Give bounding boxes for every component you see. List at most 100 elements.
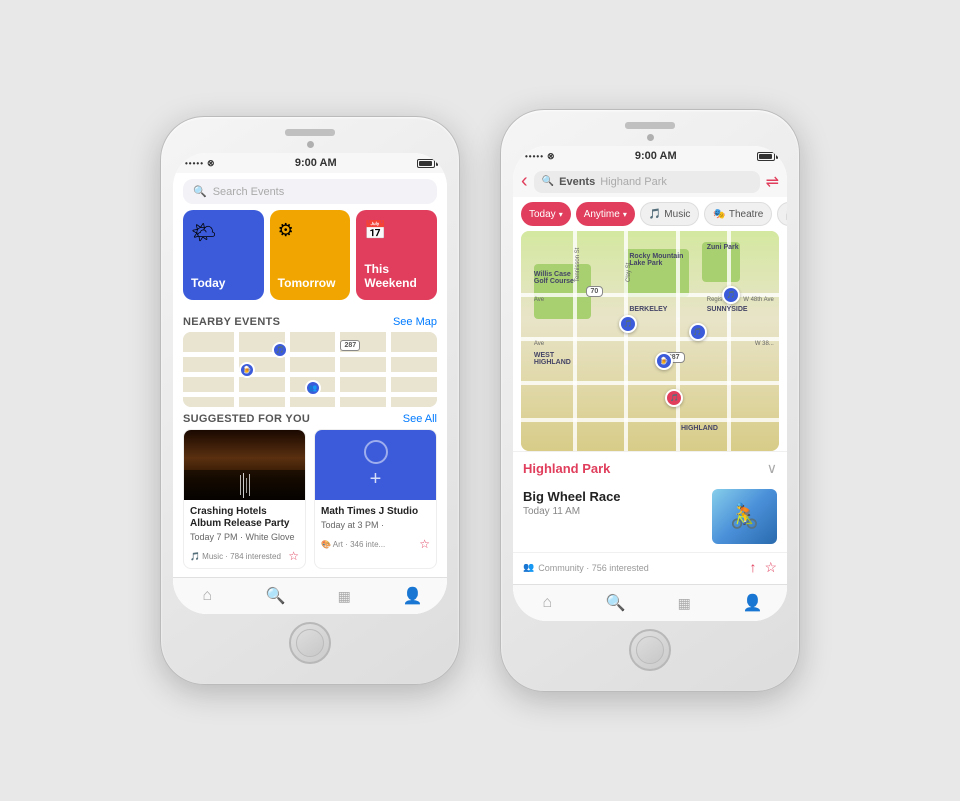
event-image-1: 🚴 — [712, 489, 777, 544]
event-card-2-meta: Today at 3 PM · — [321, 520, 430, 530]
search-location: Highand Park — [600, 176, 667, 188]
nearby-title: NEARBY EVENTS — [183, 316, 280, 328]
event-card-2[interactable]: + Math Times J Studio Today at 3 PM · 🎨 … — [314, 429, 437, 569]
battery-area-1 — [417, 159, 435, 168]
chevron-down-icon[interactable]: ∨ — [767, 460, 777, 477]
search-nav-icon-2: 🔍 — [606, 593, 626, 613]
home-button-2[interactable] — [629, 629, 671, 671]
filter-camera[interactable]: 📷 — [777, 202, 787, 226]
road-h-1 — [521, 293, 779, 297]
phone-screen-1: ••••• ⊗ 9:00 AM 🔍 Search Events — [173, 153, 447, 614]
event-title-1: Big Wheel Race — [523, 489, 702, 504]
tile-weekend-label: This Weekend — [364, 262, 429, 290]
event-card-2-info: Math Times J Studio Today at 3 PM · — [315, 500, 436, 534]
large-map-bg: Willis CaseGolf Course Rocky MountainLak… — [521, 231, 779, 451]
road-h2 — [183, 372, 437, 377]
filter-today-arrow: ▾ — [559, 210, 563, 219]
tile-today[interactable]: 🌤 Today — [183, 210, 264, 300]
result-section-header: Highland Park ∨ — [513, 451, 787, 481]
road-h-3 — [521, 381, 779, 385]
camera-chip-icon: 📷 — [786, 207, 787, 221]
speaker-2 — [625, 122, 675, 129]
road-badge-1: 287 — [340, 340, 360, 351]
search-bar-1[interactable]: 🔍 Search Events — [183, 179, 437, 204]
filter-today-label: Today — [529, 209, 556, 220]
event-card-1-meta: Today 7 PM · White Glove — [190, 532, 299, 542]
bottom-nav-1: ⌂ 🔍 ▦ 👤 — [173, 577, 447, 614]
wifi-icon-1: ⊗ — [207, 158, 215, 169]
bookmark-icon-1[interactable]: ☆ — [764, 559, 777, 576]
home-button-inner-2 — [636, 636, 664, 664]
camera-2 — [647, 134, 654, 141]
event-cards: Crashing Hotels Album Release Party Toda… — [173, 429, 447, 577]
filter-music[interactable]: 🎵 Music — [640, 202, 700, 226]
filter-anytime-arrow: ▾ — [623, 210, 627, 219]
event-list-item-1[interactable]: Big Wheel Race Today 11 AM 🚴 — [513, 481, 787, 553]
filter-icon-2[interactable]: ⇌ — [766, 172, 779, 192]
map-pin-2: 🍺 — [239, 362, 255, 378]
tile-today-label: Today — [191, 276, 256, 290]
event-card-2-tags: 🎨 Art · 346 inte... ☆ — [315, 534, 436, 556]
ave-label-2: Ave — [534, 341, 544, 347]
berkeley-label: BERKELEY — [629, 306, 667, 313]
star-icon-2[interactable]: ☆ — [419, 537, 430, 551]
events-search-bar[interactable]: 🔍 Events Highand Park — [534, 171, 760, 193]
large-map[interactable]: Willis CaseGolf Course Rocky MountainLak… — [521, 231, 779, 451]
route-70: 70 — [586, 286, 604, 297]
nav-home-1[interactable]: ⌂ — [173, 584, 242, 608]
time-1: 9:00 AM — [295, 157, 337, 169]
battery-icon-1 — [417, 159, 435, 168]
phone-2: ••••• ⊗ 9:00 AM ‹ 🔍 Events — [500, 109, 800, 692]
calendar-icon-2: ▦ — [678, 595, 691, 612]
nav-home-2[interactable]: ⌂ — [513, 591, 582, 615]
event-card-1-title: Crashing Hotels Album Release Party — [190, 506, 299, 530]
filter-theatre[interactable]: 🎭 Theatre — [704, 202, 772, 226]
signal-2: ••••• ⊗ — [525, 151, 555, 162]
event-card-1-tag: 🎵 Music · 784 interested — [190, 552, 281, 561]
sunnyside-label: SUNNYSIDE — [707, 306, 748, 313]
road-h-4 — [521, 418, 779, 422]
filter-anytime[interactable]: Anytime ▾ — [576, 202, 635, 226]
event-info-1: Big Wheel Race Today 11 AM — [523, 489, 702, 517]
nav-search-2[interactable]: 🔍 — [582, 591, 651, 615]
bike-image: 🚴 — [712, 489, 777, 544]
nav-search-1[interactable]: 🔍 — [242, 584, 311, 608]
map-background-1: 🎵 🍺 👥 287 — [183, 332, 437, 407]
tile-tomorrow[interactable]: ⚙ Tomorrow — [270, 210, 351, 300]
theatre-chip-icon: 🎭 — [713, 209, 725, 220]
star-icon-1[interactable]: ☆ — [288, 549, 299, 563]
nav-profile-2[interactable]: 👤 — [719, 591, 788, 615]
share-icon-1[interactable]: ↑ — [749, 559, 756, 576]
screen-1: ••••• ⊗ 9:00 AM 🔍 Search Events — [173, 153, 447, 614]
nav-calendar-2[interactable]: ▦ — [650, 591, 719, 615]
back-button-2[interactable]: ‹ — [521, 170, 528, 193]
status-bar-2: ••••• ⊗ 9:00 AM — [513, 146, 787, 166]
tile-tomorrow-icon: ⚙ — [278, 220, 343, 241]
see-all-link[interactable]: See All — [403, 413, 437, 425]
home-button-1[interactable] — [289, 622, 331, 664]
status-bar-1: ••••• ⊗ 9:00 AM — [173, 153, 447, 173]
tile-weekend-icon: 📅 — [364, 220, 429, 241]
event-card-1[interactable]: Crashing Hotels Album Release Party Toda… — [183, 429, 306, 569]
tile-weekend[interactable]: 📅 This Weekend — [356, 210, 437, 300]
clay-label: Clay St — [626, 263, 632, 282]
calendar-icon-1: ▦ — [338, 588, 351, 605]
home-button-inner-1 — [296, 629, 324, 657]
camera-1 — [307, 141, 314, 148]
map-pin-3: 👥 — [305, 380, 321, 396]
event-footer-1: 👥 Community · 756 interested ↑ ☆ — [513, 553, 787, 584]
event-meta-1: Today 11 AM — [523, 506, 702, 517]
nav-profile-1[interactable]: 👤 — [379, 584, 448, 608]
see-map-link[interactable]: See Map — [393, 316, 437, 328]
result-location-title: Highland Park — [523, 461, 610, 476]
filter-today[interactable]: Today ▾ — [521, 202, 571, 226]
nav-calendar-1[interactable]: ▦ — [310, 584, 379, 608]
nearby-map[interactable]: 🎵 🍺 👥 287 — [183, 332, 437, 407]
profile-icon-1: 👤 — [403, 586, 423, 606]
map-pin-1: 🎵 — [272, 342, 288, 358]
wifi-icon-2: ⊗ — [547, 151, 555, 162]
filter-chips: Today ▾ Anytime ▾ 🎵 Music 🎭 Theatre — [513, 197, 787, 231]
phone-1: ••••• ⊗ 9:00 AM 🔍 Search Events — [160, 116, 460, 685]
search-icon-1: 🔍 — [193, 185, 207, 198]
home-icon-1: ⌂ — [202, 587, 212, 605]
